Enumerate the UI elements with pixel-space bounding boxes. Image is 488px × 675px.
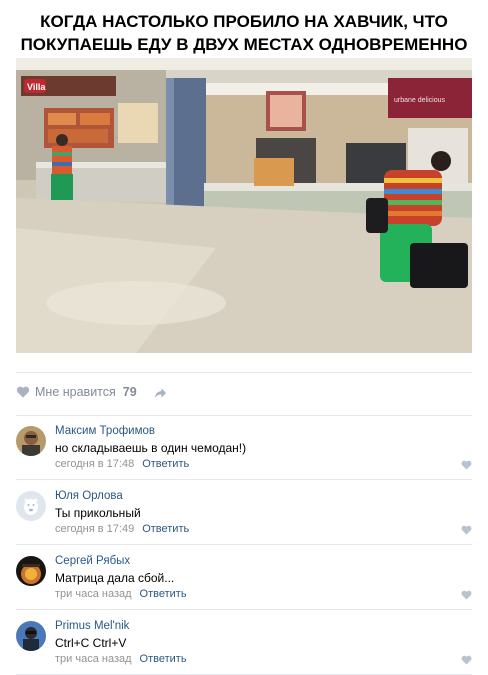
avatar[interactable] [16, 491, 46, 521]
comment-author[interactable]: Максим Трофимов [55, 425, 155, 437]
reply-link[interactable]: Ответить [142, 458, 189, 470]
comment-like-heart-icon[interactable] [461, 525, 472, 535]
comment-like-heart-icon[interactable] [461, 655, 472, 665]
like-count: 79 [122, 385, 137, 399]
reply-link[interactable]: Ответить [140, 653, 187, 665]
comment-item: Максим Трофимов но складываешь в один че… [16, 415, 472, 480]
avatar-image-icon [16, 426, 46, 456]
comment-author[interactable]: Primus Mel'nik [55, 620, 129, 632]
comment-like-heart-icon[interactable] [461, 460, 472, 470]
comment-text: Матрица дала сбой... [55, 571, 175, 585]
comment-time[interactable]: сегодня в 17:48 [55, 458, 134, 470]
comment-text: Ctrl+C Ctrl+V [55, 636, 127, 650]
avatar-image-icon [16, 621, 46, 651]
caption-line-2: ПОКУПАЕШЬ ЕДУ В ДВУХ МЕСТАХ ОДНОВРЕМЕННО [20, 35, 468, 54]
comment-author[interactable]: Сергей Рябых [55, 555, 130, 567]
comment-text: но складываешь в один чемодан!) [55, 441, 247, 455]
comment-meta: три часа назад Ответить [55, 588, 187, 600]
caption-line-1: КОГДА НАСТОЛЬКО ПРОБИЛО НА ХАВЧИК, ЧТО [40, 12, 448, 31]
photo-illustration: Villa urbane delicious [16, 58, 472, 353]
comments-list: Максим Трофимов но складываешь в один че… [16, 415, 472, 675]
post-actions-bar: Мне нравится 79 [16, 372, 472, 416]
comment-meta: три часа назад Ответить [55, 653, 187, 665]
avatar[interactable] [16, 556, 46, 586]
comment-item: Primus Mel'nik Ctrl+C Ctrl+V три часа на… [16, 610, 472, 675]
reply-link[interactable]: Ответить [140, 588, 187, 600]
comment-meta: сегодня в 17:48 Ответить [55, 458, 189, 470]
comment-item: Сергей Рябых Матрица дала сбой... три ча… [16, 545, 472, 610]
comment-text: Ты прикольный [55, 506, 141, 520]
heart-icon [16, 386, 30, 398]
reply-link[interactable]: Ответить [142, 523, 189, 535]
comment-item: Юля Орлова Ты прикольный сегодня в 17:49… [16, 480, 472, 545]
comment-meta: сегодня в 17:49 Ответить [55, 523, 189, 535]
avatar[interactable] [16, 621, 46, 651]
like-button[interactable]: Мне нравится 79 [16, 385, 137, 399]
comment-like-heart-icon[interactable] [461, 590, 472, 600]
post-photo[interactable]: Villa urbane delicious [16, 58, 472, 353]
comment-time[interactable]: три часа назад [55, 653, 132, 665]
comment-time[interactable]: сегодня в 17:49 [55, 523, 134, 535]
sign-left-text: Villa [27, 82, 46, 92]
meme-caption: КОГДА НАСТОЛЬКО ПРОБИЛО НА ХАВЧИК, ЧТО П… [0, 10, 488, 56]
sign-right-text: urbane delicious [394, 97, 445, 104]
default-dog-avatar-icon [16, 491, 46, 521]
share-icon[interactable] [154, 387, 167, 399]
like-label: Мне нравится [35, 385, 116, 399]
comment-time[interactable]: три часа назад [55, 588, 132, 600]
comment-author[interactable]: Юля Орлова [55, 490, 123, 502]
avatar[interactable] [16, 426, 46, 456]
avatar-image-icon [16, 556, 46, 586]
